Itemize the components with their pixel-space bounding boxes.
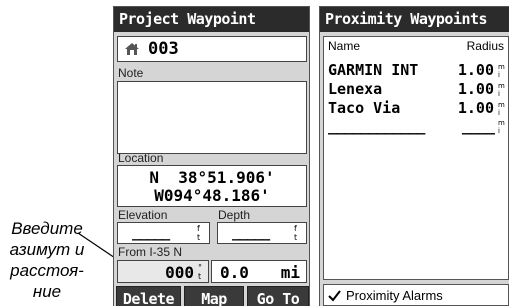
bearing-value: 000 bbox=[165, 263, 194, 282]
elevation-label: Elevation bbox=[118, 208, 168, 222]
go-to-button[interactable]: Go To bbox=[247, 286, 309, 306]
proximity-list: Name Radius GARMIN INT 1.00 m i Lenexa 1… bbox=[323, 36, 509, 280]
callout-caption: Введите азимут и расстоя- ние bbox=[0, 218, 94, 302]
proximity-alarms-toggle[interactable]: Proximity Alarms bbox=[323, 284, 509, 306]
depth-unit: f t bbox=[294, 224, 298, 242]
list-item-unit: m i bbox=[498, 63, 505, 79]
list-item-name: Lenexa bbox=[328, 80, 383, 98]
callout-line-3: расстоя- bbox=[10, 261, 84, 280]
project-waypoint-screen: Project Waypoint 003 Note Location N 38°… bbox=[113, 6, 310, 306]
list-item-radius: 1.00 bbox=[457, 80, 494, 98]
blank-radius: ____ bbox=[461, 117, 495, 135]
depth-label: Depth bbox=[218, 208, 251, 222]
delete-button[interactable]: Delete bbox=[116, 286, 181, 306]
location-label: Location bbox=[118, 151, 164, 165]
elevation-unit: f t bbox=[197, 224, 201, 242]
page-title: Project Waypoint bbox=[114, 7, 309, 32]
callout-line-2: азимут и bbox=[9, 240, 85, 259]
house-icon[interactable] bbox=[124, 42, 140, 56]
distance-value: 0.0 bbox=[220, 263, 249, 282]
list-item-blank[interactable]: ____________ ____ m i bbox=[324, 117, 508, 136]
list-item-radius: 1.00 bbox=[457, 61, 494, 79]
list-item[interactable]: Lenexa 1.00 m i bbox=[324, 80, 508, 99]
waypoint-name: 003 bbox=[148, 39, 179, 59]
column-header-radius: Radius bbox=[466, 39, 504, 53]
list-item[interactable]: GARMIN INT 1.00 m i bbox=[324, 61, 508, 80]
elevation-field[interactable]: _____ f t bbox=[117, 222, 210, 244]
list-item-name: GARMIN INT bbox=[328, 61, 419, 79]
blank-unit: m i bbox=[498, 119, 505, 135]
depth-field[interactable]: _____ f t bbox=[217, 222, 307, 244]
proximity-waypoints-screen: Proximity Waypoints Name Radius GARMIN I… bbox=[319, 6, 509, 306]
bearing-unit: ° t bbox=[198, 263, 202, 281]
page-title: Proximity Waypoints bbox=[320, 7, 509, 32]
location-latitude: N 38°51.906' bbox=[149, 168, 275, 187]
elevation-value: _____ bbox=[132, 225, 170, 241]
waypoint-name-field[interactable]: 003 bbox=[117, 36, 307, 62]
location-longitude: W094°48.186' bbox=[154, 186, 270, 205]
list-item[interactable]: Taco Via 1.00 m i bbox=[324, 99, 508, 118]
bearing-field[interactable]: 000 ° t bbox=[117, 260, 209, 283]
map-button[interactable]: Map bbox=[184, 286, 244, 306]
reference-waypoint-label: From I-35 N bbox=[118, 245, 183, 259]
depth-value: _____ bbox=[232, 225, 270, 241]
column-header-name: Name bbox=[328, 39, 361, 53]
distance-field[interactable]: 0.0 mi bbox=[211, 260, 307, 283]
callout-line-1: Введите bbox=[11, 219, 83, 238]
proximity-alarms-label: Proximity Alarms bbox=[346, 288, 443, 303]
note-label: Note bbox=[118, 66, 144, 80]
list-item-unit: m i bbox=[498, 82, 505, 98]
callout-line-4: ние bbox=[32, 282, 62, 301]
checkmark-icon[interactable] bbox=[328, 289, 341, 302]
blank-name: ____________ bbox=[328, 117, 425, 135]
list-item-name: Taco Via bbox=[328, 99, 401, 117]
note-field[interactable] bbox=[117, 81, 307, 154]
distance-unit: mi bbox=[280, 263, 300, 282]
location-field[interactable]: N 38°51.906' W094°48.186' bbox=[117, 165, 307, 207]
list-item-unit: m i bbox=[498, 101, 505, 117]
list-item-radius: 1.00 bbox=[457, 99, 494, 117]
